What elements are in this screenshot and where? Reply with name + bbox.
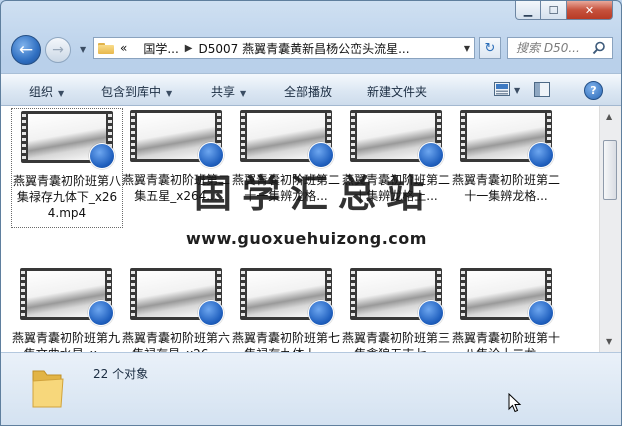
organize-menu[interactable]: 组织 ▼	[29, 83, 64, 100]
item-count: 22 个对象	[93, 367, 149, 381]
media-player-badge-icon	[418, 300, 444, 326]
file-item[interactable]: 燕翼青囊初阶班第八集禄存九体下_x264.mp4	[11, 108, 123, 228]
media-player-badge-icon	[528, 142, 554, 168]
view-options-chevron-down-icon[interactable]: ▼	[514, 86, 520, 95]
mouse-cursor-icon	[508, 393, 522, 413]
chevron-down-icon: ▼	[58, 89, 65, 98]
share-label: 共享	[211, 85, 236, 99]
recent-pages-chevron-down-icon[interactable]: ▼	[80, 45, 86, 54]
forward-arrow-icon: →	[52, 42, 64, 58]
chevron-down-icon: ▼	[166, 89, 173, 98]
change-view-icon[interactable]	[494, 82, 510, 96]
file-name: 燕翼青囊初阶班第二十一集辨龙格...	[451, 173, 560, 203]
media-player-badge-icon	[88, 300, 114, 326]
organize-label: 组织	[29, 85, 54, 99]
search-input[interactable]	[516, 41, 590, 55]
folder-icon	[98, 42, 114, 54]
command-bar: 组织 ▼ 包含到库中 ▼ 共享 ▼ 全部播放 新建文件夹 ▼ ?	[1, 73, 621, 106]
chevron-down-icon: ▼	[240, 89, 247, 98]
file-name: 燕翼青囊初阶班第七集禄存九体上...	[231, 331, 340, 352]
media-player-badge-icon	[89, 143, 115, 169]
file-item[interactable]: 燕翼青囊初阶班第七集禄存九体上...	[231, 268, 341, 352]
file-name: 燕翼青囊初阶班第十八集论十二龙...	[451, 331, 560, 352]
vertical-scrollbar[interactable]: ▲ ▼	[599, 106, 621, 352]
watermark-title: 国学汇总站	[194, 171, 435, 216]
address-bar[interactable]: « 国学... ▶ D5007 燕翼青囊黄新昌杨公峦头流星... ▼	[93, 37, 475, 59]
back-arrow-icon: ←	[18, 40, 34, 60]
file-item[interactable]: 燕翼青囊初阶班第九集文曲水星_x...	[11, 268, 121, 352]
refresh-button[interactable]: ↻	[479, 37, 501, 59]
breadcrumb-item-current[interactable]: D5007 燕翼青囊黄新昌杨公峦头流星...	[199, 40, 410, 57]
file-name: 燕翼青囊初阶班第九集文曲水星_x...	[11, 331, 120, 352]
scroll-up-icon[interactable]: ▲	[606, 112, 612, 121]
window-caption-buttons: ▁ ☐ ✕	[515, 1, 613, 20]
file-name: 燕翼青囊初阶班第八集禄存九体下_x264.mp4	[12, 174, 121, 220]
include-in-library-label: 包含到库中	[101, 85, 162, 99]
scroll-down-icon[interactable]: ▼	[606, 337, 612, 346]
include-in-library-menu[interactable]: 包含到库中 ▼	[101, 83, 172, 100]
scrollbar-thumb[interactable]	[603, 140, 617, 200]
search-box[interactable]	[507, 37, 613, 59]
share-menu[interactable]: 共享 ▼	[211, 83, 246, 100]
media-player-badge-icon	[528, 300, 554, 326]
details-pane: 22 个对象	[1, 352, 621, 425]
folder-icon	[32, 370, 64, 408]
file-item[interactable]: 燕翼青囊初阶班第六集禄存星_x26...	[121, 268, 231, 352]
file-name: 燕翼青囊初阶班第六集禄存星_x26...	[121, 331, 230, 352]
maximize-button[interactable]: ☐	[541, 1, 567, 20]
media-player-badge-icon	[198, 300, 224, 326]
watermark-url: www.guoxuehuizong.com	[186, 229, 427, 248]
breadcrumb-chevron-right-icon[interactable]: ▶	[185, 43, 193, 54]
refresh-icon: ↻	[484, 40, 496, 56]
breadcrumb-overflow[interactable]: «	[120, 41, 127, 55]
play-all-button[interactable]: 全部播放	[284, 83, 332, 100]
file-item[interactable]: 燕翼青囊初阶班第三集贪狼五吉七...	[341, 268, 451, 352]
minimize-button[interactable]: ▁	[515, 1, 541, 20]
back-button[interactable]: ←	[11, 35, 41, 65]
forward-button[interactable]: →	[45, 37, 71, 63]
new-folder-button[interactable]: 新建文件夹	[367, 83, 427, 100]
file-item[interactable]: 燕翼青囊初阶班第十八集论十二龙...	[451, 268, 561, 352]
preview-pane-icon[interactable]	[534, 82, 550, 97]
search-icon[interactable]	[592, 41, 606, 55]
media-player-badge-icon	[308, 300, 334, 326]
breadcrumb-item-root[interactable]: 国学...	[143, 40, 178, 57]
file-name: 燕翼青囊初阶班第三集贪狼五吉七...	[341, 331, 450, 352]
close-button[interactable]: ✕	[567, 1, 613, 20]
navigation-bar: ← → ▼ « 国学... ▶ D5007 燕翼青囊黄新昌杨公峦头流星... ▼…	[1, 31, 621, 67]
file-item[interactable]: 燕翼青囊初阶班第二十一集辨龙格...	[451, 110, 561, 204]
address-chevron-down-icon[interactable]: ▼	[464, 44, 470, 53]
help-icon[interactable]: ?	[584, 81, 603, 100]
